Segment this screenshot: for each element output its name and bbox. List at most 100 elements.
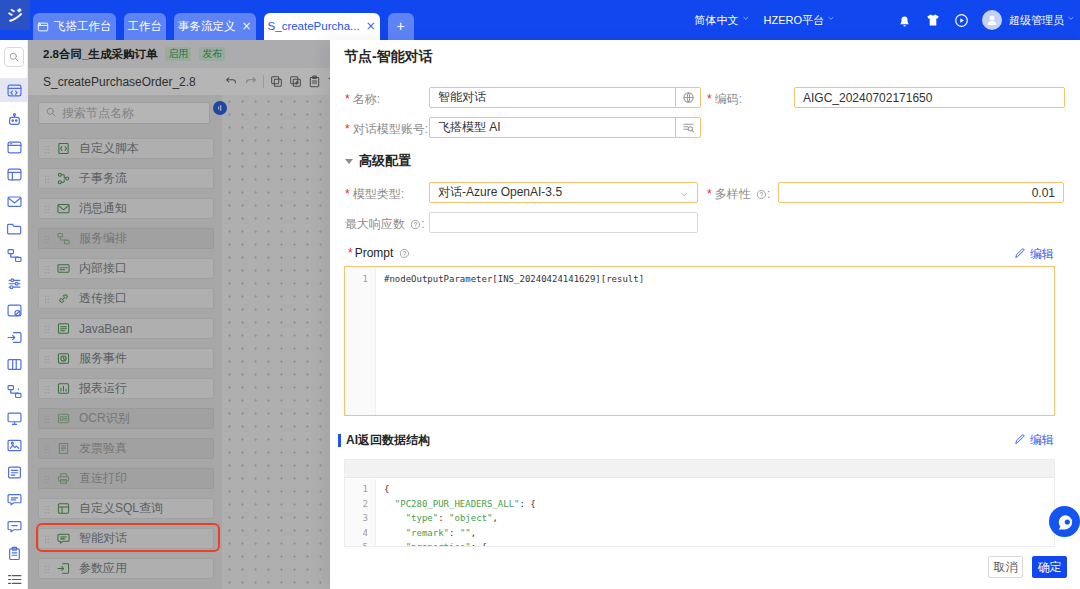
line-number: 3 — [345, 511, 368, 526]
section-accent-bar — [338, 434, 341, 447]
username-label: 超级管理员 — [1009, 13, 1064, 28]
chevron-down-icon — [743, 14, 751, 26]
tab-close-icon[interactable]: × — [242, 13, 252, 40]
model-select[interactable]: 对话-Azure OpenAI-3.5 — [429, 182, 698, 203]
editor-toolbar-strip — [345, 460, 1054, 478]
editor-gutter — [345, 267, 376, 415]
icon-rail — [0, 40, 28, 589]
pencil-icon — [1014, 247, 1026, 262]
tab-2[interactable]: 工作台 — [124, 13, 167, 40]
rail-columns-icon[interactable] — [0, 352, 28, 376]
pencil-icon — [1014, 433, 1026, 448]
rail-robot-icon[interactable] — [0, 107, 28, 131]
rail-app-window2-icon[interactable] — [0, 162, 28, 186]
rail-folder-icon[interactable] — [0, 216, 28, 240]
cancel-button[interactable]: 取消 — [988, 556, 1023, 578]
app-root: ジ 飞搭工作台工作台事务流定义×S_createPurcha...×+ 简体中文… — [0, 0, 1080, 589]
notification-bell-icon[interactable] — [897, 13, 912, 28]
rail-sliders-icon[interactable] — [0, 271, 28, 295]
code-field-label: *编码: — [707, 91, 742, 108]
tab-3[interactable]: 事务流定义× — [174, 13, 256, 40]
rail-card-icon[interactable] — [0, 460, 28, 484]
help-icon[interactable] — [399, 248, 410, 259]
code-line-3: 3 "type": "object", — [345, 511, 1054, 526]
new-tab-button[interactable]: + — [388, 13, 414, 40]
tab-label: S_createPurcha... — [268, 13, 360, 40]
ai-schema-header: AI返回数据结构 — [338, 432, 430, 449]
rail-window-block-icon[interactable] — [0, 298, 28, 322]
rail-monitor-icon[interactable] — [0, 406, 28, 430]
tab-label: 事务流定义 — [178, 13, 236, 40]
diversity-input[interactable]: 0.01 — [778, 182, 1064, 203]
rail-list-menu-icon[interactable] — [0, 567, 28, 589]
tab-close-icon[interactable]: × — [366, 13, 376, 40]
rail-code-window-icon[interactable] — [0, 78, 28, 102]
chevron-down-icon — [681, 190, 690, 204]
advanced-section-header[interactable]: 高级配置 — [345, 152, 411, 170]
rail-import-icon[interactable] — [0, 325, 28, 349]
line-number: 1 — [345, 482, 368, 497]
collapse-caret-icon — [345, 159, 353, 164]
window-icon — [37, 21, 49, 33]
ok-button[interactable]: 确定 — [1032, 556, 1067, 578]
help-icon[interactable] — [756, 189, 767, 200]
line-number: 2 — [345, 497, 368, 512]
rail-send-icon[interactable] — [0, 514, 28, 538]
tab-4[interactable]: S_createPurcha...× — [264, 13, 380, 40]
code-line-1: 1{ — [345, 482, 1054, 497]
language-switcher[interactable]: 简体中文 — [695, 13, 751, 28]
line-number: 5 — [345, 540, 368, 547]
tab-1[interactable]: 飞搭工作台 — [33, 13, 116, 40]
tenant-label: HZERO平台 — [764, 13, 825, 28]
user-menu[interactable]: 超级管理员 — [1009, 13, 1076, 28]
app-logo[interactable]: ジ — [0, 0, 30, 30]
lookup-icon[interactable] — [675, 118, 700, 137]
tab-label: 工作台 — [128, 13, 163, 40]
dialog-title: 节点-智能对话 — [344, 48, 433, 66]
modal-mask — [28, 40, 330, 589]
chevron-down-icon — [1068, 14, 1076, 26]
chevron-down-icon — [828, 14, 836, 26]
prompt-edit-link[interactable]: 编辑 — [1014, 246, 1054, 263]
max-resp-input[interactable] — [429, 212, 698, 233]
help-icon[interactable] — [410, 219, 421, 230]
tab-label: 飞搭工作台 — [54, 13, 112, 40]
prompt-editor[interactable]: 1#nodeOutputParameter[INS_20240424141629… — [344, 266, 1055, 416]
line-number: 1 — [345, 272, 368, 287]
rail-flow-icon[interactable] — [0, 243, 28, 267]
code-line-2: 2 "PC280_PUR_HEADERS_ALL": { — [345, 497, 1054, 512]
account-input[interactable]: 飞搭模型 AI — [429, 117, 701, 138]
rail-chat-icon[interactable] — [0, 487, 28, 511]
code-input[interactable]: AIGC_20240702171650 — [794, 87, 1065, 108]
rail-search-button[interactable] — [4, 47, 24, 67]
assistant-chat-fab[interactable] — [1049, 506, 1080, 537]
node-config-dialog: 节点-智能对话 *名称: 智能对话 *编码: AIGC_202407021716… — [330, 40, 1080, 589]
guide-play-icon[interactable] — [954, 13, 969, 28]
diversity-field-label: *多样性 : — [707, 186, 770, 203]
rail-flow2-icon[interactable] — [0, 379, 28, 403]
avatar[interactable] — [982, 10, 1002, 30]
i18n-globe-icon[interactable] — [675, 88, 700, 107]
rail-app-window-icon[interactable] — [0, 135, 28, 159]
rail-paste-icon[interactable] — [0, 541, 28, 565]
ai-schema-edit-link[interactable]: 编辑 — [1014, 432, 1054, 449]
name-input[interactable]: 智能对话 — [429, 87, 701, 108]
code-line-1: 1#nodeOutputParameter[INS_20240424141629… — [345, 272, 1054, 287]
topbar-right: 简体中文 HZERO平台 超级管理员 — [695, 0, 1077, 40]
account-field-label: *对话模型账号: — [345, 121, 428, 138]
theme-shirt-icon[interactable] — [925, 12, 941, 28]
model-field-label: *模型类型: — [345, 186, 404, 203]
tab-bar: 飞搭工作台工作台事务流定义×S_createPurcha...×+ — [33, 13, 414, 40]
ai-schema-editor[interactable]: 1{2 "PC280_PUR_HEADERS_ALL": {3 "type": … — [344, 459, 1055, 547]
line-number: 4 — [345, 526, 368, 541]
code-line-4: 4 "remark": "", — [345, 526, 1054, 541]
tenant-switcher[interactable]: HZERO平台 — [764, 13, 837, 28]
code-line-5: 5 "properties": { — [345, 540, 1054, 547]
selected-node-highlight — [36, 523, 220, 552]
language-label: 简体中文 — [695, 13, 739, 28]
top-bar: ジ 飞搭工作台工作台事务流定义×S_createPurcha...×+ 简体中文… — [0, 0, 1080, 40]
name-field-label: *名称: — [345, 91, 380, 108]
rail-image-icon[interactable] — [0, 433, 28, 457]
prompt-label: *Prompt — [348, 246, 410, 260]
rail-mail-icon[interactable] — [0, 189, 28, 213]
